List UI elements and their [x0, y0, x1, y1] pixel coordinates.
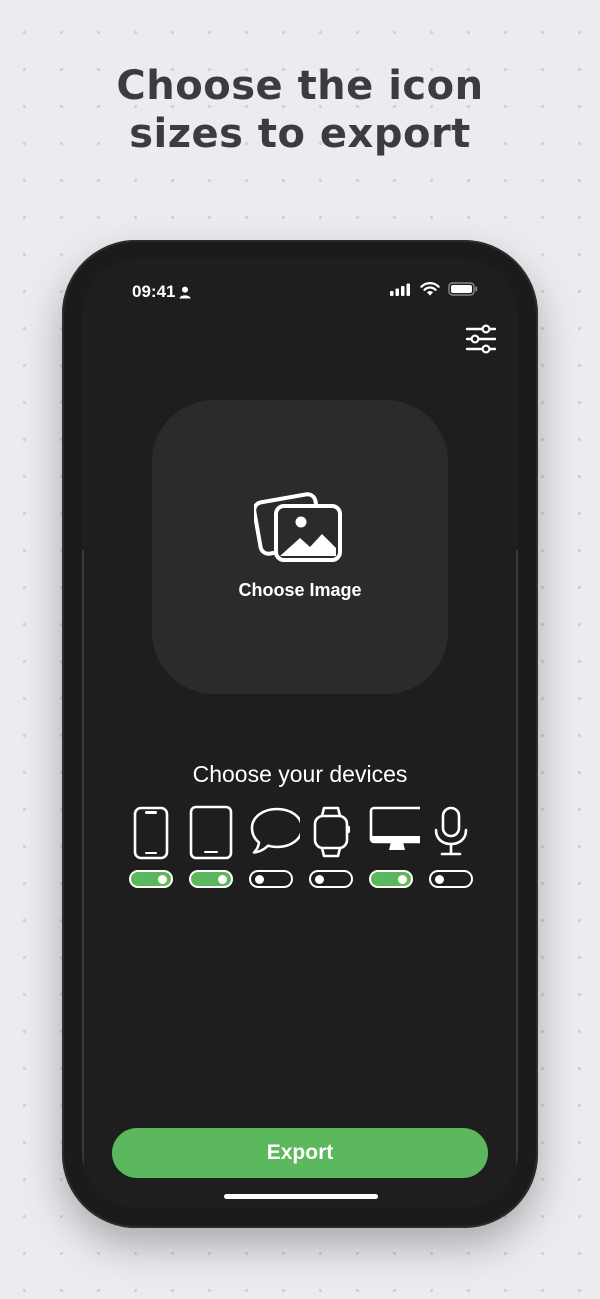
screen-edge-right — [516, 550, 518, 1198]
monitor-icon — [369, 806, 420, 850]
sliders-icon — [465, 324, 497, 354]
battery-icon — [448, 282, 478, 296]
device-watch — [308, 804, 354, 894]
headline-line-1: Choose the icon — [116, 63, 484, 109]
device-list — [128, 804, 474, 894]
headline: Choose the icon sizes to export — [0, 62, 600, 158]
screen-edge-left — [82, 550, 84, 1198]
microphone-icon — [434, 806, 468, 856]
status-indicators — [390, 282, 478, 296]
devices-section-title: Choose your devices — [192, 761, 408, 787]
status-time-text: 09:41 — [132, 282, 176, 301]
choose-image-label: Choose Image — [238, 580, 362, 600]
message-bubble-icon — [250, 807, 300, 854]
device-mac — [368, 804, 420, 894]
person-icon — [179, 286, 191, 298]
device-microphone — [428, 804, 474, 894]
device-iphone — [128, 804, 174, 894]
signal-icon — [390, 283, 410, 296]
watch-toggle[interactable] — [309, 870, 353, 888]
iphone-toggle[interactable] — [129, 870, 173, 888]
device-ipad — [188, 804, 234, 894]
ipad-toggle[interactable] — [189, 870, 233, 888]
mac-toggle[interactable] — [369, 870, 413, 888]
phone-frame: 09:41 Choose Image Choose your devices E… — [62, 240, 538, 1228]
settings-button[interactable] — [464, 324, 498, 354]
phone-screen: 09:41 Choose Image Choose your devices E… — [82, 258, 518, 1208]
imessage-toggle[interactable] — [249, 870, 293, 888]
export-button[interactable]: Export — [112, 1128, 488, 1178]
headline-line-2: sizes to export — [129, 111, 471, 157]
iphone-icon — [133, 806, 169, 860]
photos-icon — [254, 492, 342, 562]
wifi-icon — [420, 282, 440, 296]
ipad-icon — [189, 805, 233, 860]
watch-icon — [313, 806, 350, 858]
choose-image-button[interactable]: Choose Image — [152, 400, 448, 694]
device-imessage — [248, 804, 300, 894]
home-indicator — [224, 1194, 378, 1199]
status-time: 09:41 — [132, 282, 191, 302]
microphone-toggle[interactable] — [429, 870, 473, 888]
